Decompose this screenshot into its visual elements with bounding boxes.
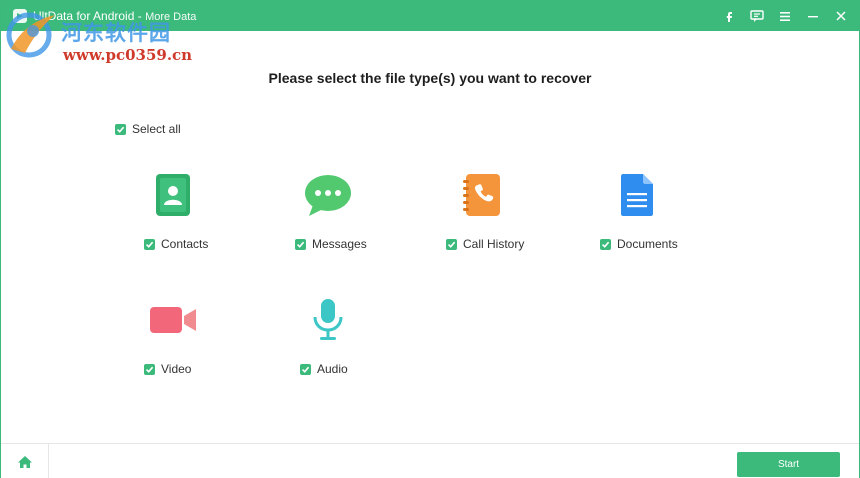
documents-icon [611,171,663,219]
checkbox-checked-icon[interactable] [300,363,311,375]
file-type-label: Messages [312,237,367,251]
audio-icon [302,296,354,344]
checkbox-checked-icon[interactable] [144,238,155,250]
messages-icon [302,171,354,219]
file-type-label: Documents [617,237,678,251]
app-name: UltData for Android [33,9,135,23]
select-all-checkbox[interactable]: Select all [115,122,181,136]
window-title: UltData for Android - More Data [33,9,197,23]
file-type-video[interactable]: Video [103,296,243,396]
video-icon [147,296,199,344]
close-icon[interactable] [831,6,851,26]
checkbox-checked-icon[interactable] [295,238,306,250]
home-button[interactable] [1,444,49,478]
file-type-messages[interactable]: Messages [258,171,398,271]
file-type-label: Call History [463,237,525,251]
checkbox-checked-icon[interactable] [115,123,126,135]
checkbox-checked-icon[interactable] [600,238,611,250]
footer-bar: Start [1,443,859,478]
app-logo-icon [13,9,27,23]
minimize-icon[interactable] [803,6,823,26]
watermark-url: www.pc0359.cn [63,46,193,64]
call-history-icon [456,171,508,219]
file-type-label: Audio [317,362,348,376]
mode-name: More Data [145,11,197,23]
feedback-icon[interactable] [747,6,767,26]
file-type-label: Contacts [161,237,209,251]
file-type-documents[interactable]: Documents [567,171,707,271]
menu-icon[interactable] [775,6,795,26]
file-type-call-history[interactable]: Call History [412,171,552,271]
app-window: UltData for Android - More Data 河东软件园 ww… [0,0,860,478]
checkbox-checked-icon[interactable] [446,238,457,250]
title-bar: UltData for Android - More Data [1,1,859,31]
page-heading: Please select the file type(s) you want … [268,70,592,86]
start-button[interactable]: Start [737,452,840,477]
contacts-icon [147,171,199,219]
file-type-label: Video [161,362,192,376]
file-type-audio[interactable]: Audio [258,296,398,396]
facebook-icon[interactable] [719,6,739,26]
home-icon [17,455,32,468]
file-type-contacts[interactable]: Contacts [103,171,243,271]
select-all-label: Select all [132,122,181,136]
checkbox-checked-icon[interactable] [144,363,155,375]
